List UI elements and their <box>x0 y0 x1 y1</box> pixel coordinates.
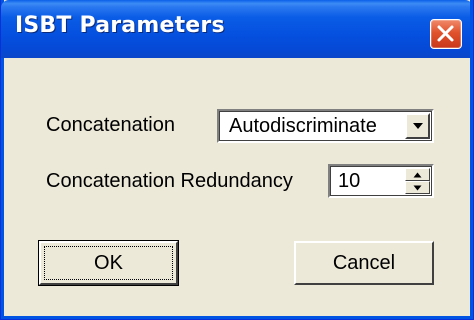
redundancy-increment-button[interactable] <box>405 168 430 181</box>
window-frame-bottom <box>1 316 473 319</box>
concatenation-select[interactable]: Autodiscriminate <box>217 109 434 143</box>
redundancy-decrement-button[interactable] <box>405 181 430 194</box>
dialog-title: ISBT Parameters <box>15 13 225 38</box>
concatenation-dropdown-button[interactable] <box>405 113 430 139</box>
redundancy-label: Concatenation Redundancy <box>46 170 293 192</box>
chevron-down-icon <box>413 123 423 129</box>
cancel-button[interactable]: Cancel <box>294 241 434 285</box>
isbt-parameters-dialog: ISBT Parameters Concatenation Autodiscri… <box>0 0 474 320</box>
cancel-button-label: Cancel <box>332 252 396 274</box>
redundancy-value[interactable]: 10 <box>338 170 360 193</box>
ok-button[interactable]: OK <box>38 240 179 286</box>
close-button[interactable] <box>430 19 462 49</box>
arrow-up-icon <box>413 172 422 178</box>
concatenation-label: Concatenation <box>46 114 175 136</box>
redundancy-stepper[interactable]: 10 <box>328 164 434 198</box>
arrow-down-icon <box>413 185 422 191</box>
concatenation-selected-value: Autodiscriminate <box>229 115 377 137</box>
title-bar[interactable]: ISBT Parameters <box>1 0 473 58</box>
focus-rectangle <box>44 246 173 280</box>
close-icon <box>437 25 454 42</box>
